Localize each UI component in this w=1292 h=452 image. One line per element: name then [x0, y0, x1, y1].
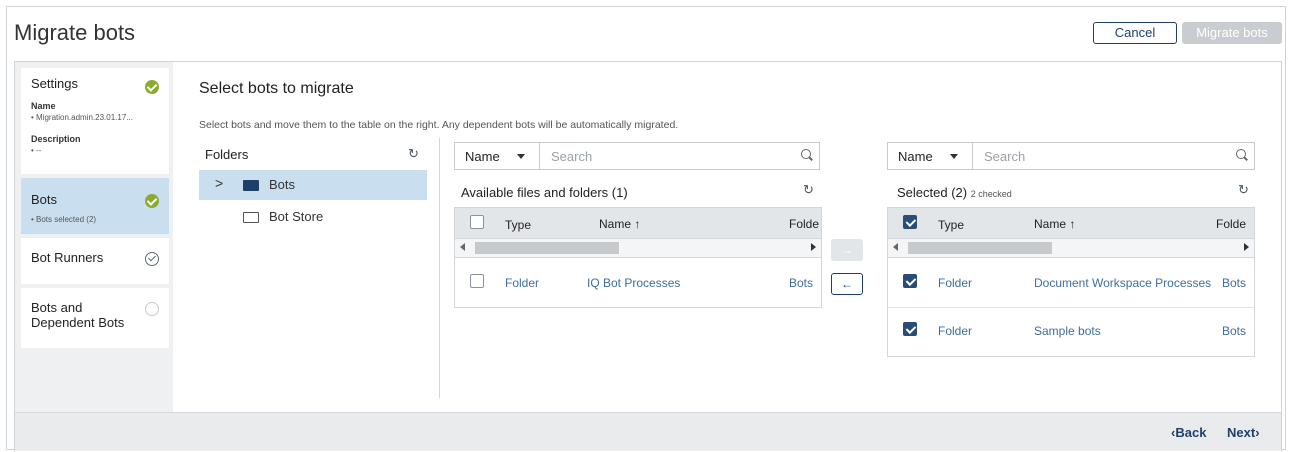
search-field-select[interactable]: Name	[465, 149, 500, 164]
search-input[interactable]: Search	[551, 149, 592, 164]
name-label: Name	[31, 101, 56, 111]
column-type[interactable]: Type	[938, 218, 964, 232]
selected-table-title: Selected (2) 2 checked	[897, 185, 1012, 200]
cancel-button[interactable]: Cancel	[1093, 22, 1177, 44]
chevron-right-icon[interactable]: >	[215, 175, 223, 191]
table-header: Type Name ↑ Folde	[888, 208, 1254, 238]
step-dependent-bots-title: Bots and Dependent Bots	[31, 300, 125, 330]
horizontal-scrollbar[interactable]	[888, 238, 1254, 258]
caret-down-icon	[517, 154, 525, 159]
column-type[interactable]: Type	[505, 218, 531, 232]
tree-item-label: Bot Store	[269, 209, 324, 224]
folders-heading: Folders	[205, 147, 249, 162]
check-circle-icon	[145, 252, 159, 266]
move-left-button[interactable]: ←	[831, 273, 863, 295]
scroll-left-icon[interactable]	[460, 243, 465, 251]
row-checkbox[interactable]	[903, 322, 917, 336]
select-all-checkbox[interactable]	[470, 215, 484, 229]
completed-check-icon	[145, 194, 159, 208]
next-link[interactable]: Next›	[1227, 425, 1260, 440]
scroll-right-icon[interactable]	[1244, 243, 1249, 251]
available-search-box[interactable]: Name Search	[454, 142, 820, 170]
select-all-checkbox[interactable]	[903, 215, 917, 229]
step-bots-title: Bots	[31, 192, 58, 207]
step-bots[interactable]: Bots • Bots selected (2)	[21, 178, 169, 234]
back-link[interactable]: ‹Back	[1171, 425, 1206, 440]
section-title: Select bots to migrate	[199, 80, 354, 97]
name-value: • Migration.admin.23.01.17...	[31, 113, 133, 122]
selected-search-box[interactable]: Name Search	[887, 142, 1255, 170]
step-dependent-bots[interactable]: Bots and Dependent Bots	[21, 288, 169, 348]
wizard-steps: Settings Name • Migration.admin.23.01.17…	[15, 62, 173, 412]
move-right-button[interactable]: →	[831, 239, 863, 261]
column-name[interactable]: Name ↑	[1034, 217, 1075, 231]
row-checkbox[interactable]	[470, 274, 484, 288]
search-icon[interactable]	[801, 149, 811, 159]
scroll-right-icon[interactable]	[811, 243, 816, 251]
column-name[interactable]: Name ↑	[599, 217, 640, 231]
horizontal-scrollbar[interactable]	[455, 238, 821, 258]
divider	[439, 138, 440, 398]
folder-filled-icon	[243, 180, 259, 191]
column-folder[interactable]: Folde	[1216, 217, 1246, 231]
migrate-bots-button[interactable]: Migrate bots	[1182, 22, 1282, 44]
row-name[interactable]: IQ Bot Processes	[587, 276, 680, 290]
pending-circle-icon	[145, 302, 159, 316]
row-checkbox[interactable]	[903, 274, 917, 288]
row-folder: Bots	[789, 276, 814, 290]
available-table: Type Name ↑ Folde Folder IQ Bot Processe…	[454, 207, 822, 308]
folder-outline-icon	[243, 212, 259, 223]
section-description: Select bots and move them to the table o…	[199, 119, 679, 131]
search-field-select[interactable]: Name	[898, 149, 933, 164]
wizard-frame: Settings Name • Migration.admin.23.01.17…	[14, 61, 1282, 451]
refresh-icon[interactable]: ↻	[1238, 182, 1249, 198]
page-title: Migrate bots	[14, 20, 136, 45]
selected-count: Selected (2)	[897, 185, 968, 200]
description-label: Description	[31, 134, 81, 144]
tree-item-label: Bots	[269, 177, 296, 192]
wizard-footer: ‹Back Next›	[15, 412, 1281, 451]
row-name[interactable]: Sample bots	[1034, 324, 1101, 338]
tree-item-bots[interactable]: > Bots	[199, 170, 427, 200]
refresh-icon[interactable]: ↻	[803, 182, 814, 198]
step-bot-runners[interactable]: Bot Runners	[21, 238, 169, 284]
bots-selected-count: • Bots selected (2)	[31, 215, 97, 224]
row-type: Folder	[938, 324, 973, 338]
search-input[interactable]: Search	[984, 149, 1025, 164]
completed-check-icon	[145, 80, 159, 94]
row-name[interactable]: Document Workspace Processes	[1034, 276, 1211, 290]
refresh-icon[interactable]: ↻	[408, 146, 419, 162]
step-settings-title: Settings	[31, 76, 78, 91]
search-icon[interactable]	[1236, 149, 1246, 159]
scroll-left-icon[interactable]	[893, 243, 898, 251]
selected-table: Type Name ↑ Folde Folder Document Worksp…	[887, 207, 1255, 357]
description-value: • --	[31, 146, 42, 155]
table-header: Type Name ↑ Folde	[455, 208, 821, 238]
checked-count: 2 checked	[970, 189, 1012, 199]
caret-down-icon	[950, 154, 958, 159]
available-table-title: Available files and folders (1)	[461, 185, 628, 200]
step-settings[interactable]: Settings Name • Migration.admin.23.01.17…	[21, 68, 169, 174]
row-type: Folder	[938, 276, 973, 290]
row-folder: Bots	[1222, 324, 1247, 338]
row-type: Folder	[505, 276, 540, 290]
main-panel: Select bots to migrate Select bots and m…	[173, 62, 1281, 412]
row-folder: Bots	[1222, 276, 1247, 290]
step-bot-runners-title: Bot Runners	[31, 250, 104, 265]
tree-item-bot-store[interactable]: Bot Store	[199, 202, 427, 232]
column-folder[interactable]: Folde	[789, 217, 819, 231]
chevron-right-icon: ›	[1255, 425, 1260, 440]
